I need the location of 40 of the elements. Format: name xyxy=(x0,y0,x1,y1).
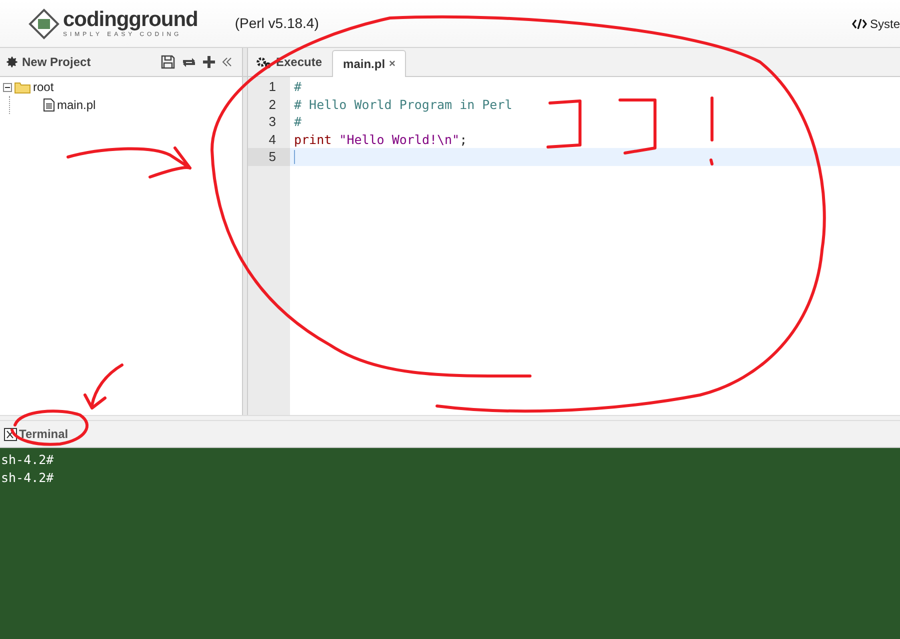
code-editor[interactable]: 1 2 3 4 5 # # Hello World Program in Perl # print "Hello World!\n"; xyxy=(248,77,900,415)
file-icon xyxy=(43,98,55,112)
plus-icon[interactable] xyxy=(203,56,215,68)
tree-item[interactable]: root xyxy=(33,78,54,96)
version-label: (Perl v5.18.4) xyxy=(234,14,319,33)
editor-tab[interactable]: main.pl × xyxy=(332,50,406,77)
logo-text: codingground xyxy=(63,8,198,30)
line-number: 5 xyxy=(268,149,276,164)
exclamation-annotation xyxy=(710,96,714,166)
code-icon xyxy=(852,18,867,28)
settings-icon xyxy=(5,55,19,69)
collapse-panel-icon[interactable] xyxy=(221,56,233,68)
bracket-annotation xyxy=(546,100,582,148)
line-number: 3 xyxy=(268,114,276,129)
code-line: # Hello World Program in Perl xyxy=(294,96,512,113)
terminal-line: sh-4.2# xyxy=(1,469,54,487)
text-cursor xyxy=(294,150,295,164)
new-project-button[interactable]: New Project xyxy=(22,53,91,71)
terminal-panel[interactable]: sh-4.2# sh-4.2# xyxy=(0,448,900,639)
gear-icon xyxy=(256,55,272,69)
collapse-toggle-icon[interactable] xyxy=(3,82,12,92)
terminal-tab[interactable]: Terminal xyxy=(19,425,68,443)
tree-item[interactable]: main.pl xyxy=(57,96,96,114)
tab-label: main.pl xyxy=(343,56,386,73)
panel-splitter[interactable] xyxy=(243,77,248,415)
line-number: 2 xyxy=(268,96,276,112)
system-link[interactable]: Syste xyxy=(870,14,900,32)
arrow-annotation xyxy=(84,364,124,410)
code-line: # xyxy=(294,78,302,96)
line-number: 1 xyxy=(268,79,276,94)
save-icon[interactable] xyxy=(161,55,175,69)
tab-close-button[interactable]: × xyxy=(389,56,396,72)
refresh-icon[interactable] xyxy=(181,56,197,68)
code-line: # xyxy=(294,113,302,130)
logo-icon xyxy=(28,8,60,40)
line-number: 4 xyxy=(268,132,276,146)
bracket-annotation xyxy=(618,98,656,154)
terminal-line: sh-4.2# xyxy=(1,451,54,469)
folder-icon xyxy=(14,80,31,94)
code-line: print "Hello World!\n"; xyxy=(294,130,468,148)
